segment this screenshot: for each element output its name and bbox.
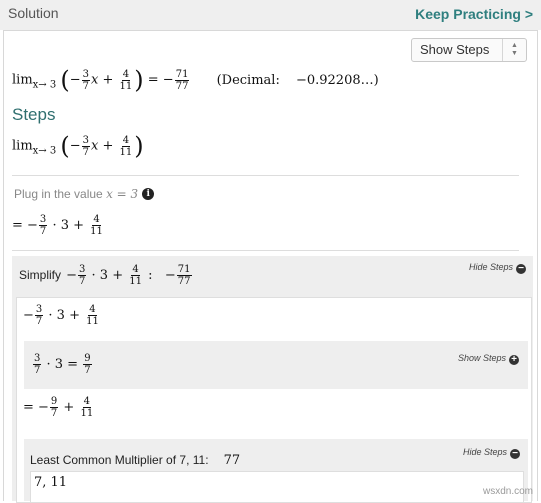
- equals-sign: = −: [147, 72, 174, 88]
- lcm-numbers: 7, 11: [34, 475, 68, 490]
- answer-fraction: 71 77: [174, 68, 190, 92]
- steps-select-value: Show Steps: [420, 42, 490, 57]
- fraction: 37: [81, 68, 91, 92]
- show-steps-toggle[interactable]: Show Steps +: [458, 353, 520, 365]
- chevron-updown-icon: ▲ ▼: [502, 39, 526, 61]
- fraction: 4 11: [119, 68, 133, 92]
- step-expression-2: = −9 7 + 4 11: [23, 396, 94, 419]
- limit-expression: limx→ 3 (− 3 7 x + 4 11): [12, 132, 144, 160]
- solution-title: Solution: [8, 5, 59, 21]
- decimal-value: −0.92208…): [295, 72, 379, 88]
- step-expression: −3 7 · 3 + 4 11: [23, 304, 99, 327]
- divider: [12, 175, 519, 176]
- fraction: 4 11: [119, 134, 133, 158]
- keep-practicing-link[interactable]: Keep Practicing >: [415, 6, 533, 22]
- lcm-steps: [30, 471, 524, 502]
- collapse-icon: −: [516, 264, 527, 274]
- plugged-expression: = −3 7 · 3 + 4 11: [12, 214, 103, 237]
- decimal-label: (Decimal:: [216, 72, 280, 88]
- collapse-icon: −: [510, 449, 521, 459]
- lcm-value: 77: [223, 453, 241, 468]
- simplify-header: Simplify −3 7 · 3 + 4 11 : −71 77: [19, 264, 192, 287]
- lcm-header: Least Common Multiplier of 7, 11: 77: [30, 449, 240, 468]
- lim-operator: lim: [12, 72, 33, 88]
- watermark: wsxdn.com: [482, 486, 533, 497]
- solution-panel: Show Steps ▲ ▼ limx→ 3 (− 3 7 x + 4 11) = −71…: [3, 30, 538, 503]
- simplify-label: Simplify: [19, 268, 62, 282]
- steps-heading: Steps: [12, 105, 56, 124]
- multiply-expression: 37 · 3 = 97: [33, 353, 92, 376]
- top-bar: Solution Keep Practicing >: [0, 0, 541, 30]
- multiply-substep: [24, 341, 528, 389]
- hide-steps-toggle[interactable]: Hide Steps −: [469, 262, 527, 274]
- info-icon[interactable]: i: [142, 188, 155, 200]
- result-expression: limx→ 3 (− 3 7 x + 4 11) = −71 77 (Decimal: −…: [12, 66, 379, 94]
- divider: [12, 250, 519, 251]
- lim-subscript: x→ 3: [32, 79, 57, 91]
- lcm-label: Least Common Multiplier of 7, 11:: [30, 453, 209, 467]
- fraction: 37: [81, 134, 91, 158]
- plug-instruction: Plug in the value x = 3i: [14, 187, 155, 201]
- expand-icon: +: [509, 355, 520, 365]
- steps-select[interactable]: Show Steps ▲ ▼: [411, 38, 527, 62]
- hide-steps-toggle-lcm[interactable]: Hide Steps −: [463, 447, 521, 459]
